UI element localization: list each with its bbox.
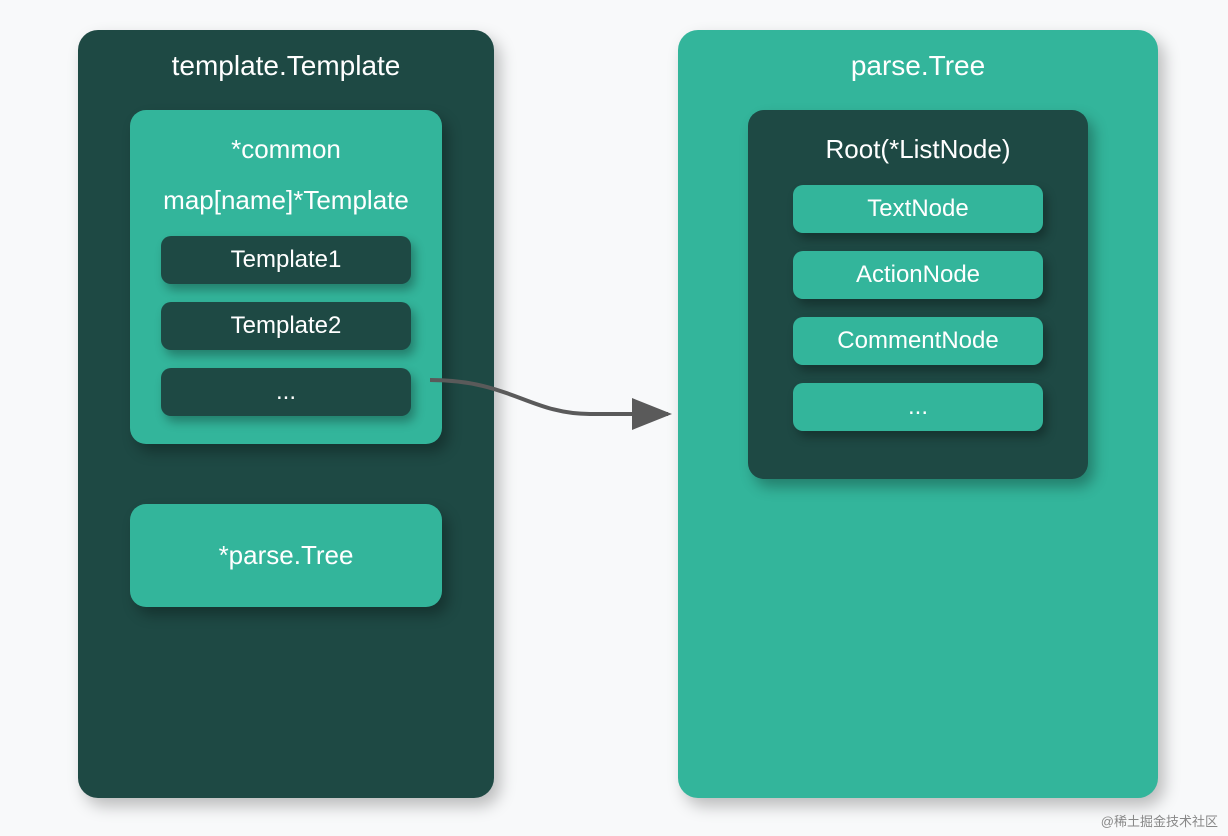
template-item: Template2 [161, 302, 411, 350]
common-title: *common [150, 134, 422, 165]
parsetree-box-title: parse.Tree [678, 50, 1158, 82]
diagram-canvas: template.Template *common map[name]*Temp… [0, 0, 1228, 836]
node-item: CommentNode [793, 317, 1043, 365]
template-box-title: template.Template [78, 50, 494, 82]
parsetree-box: parse.Tree Root(*ListNode) TextNode Acti… [678, 30, 1158, 798]
template-item: ... [161, 368, 411, 416]
watermark: @稀土掘金技术社区 [1101, 811, 1218, 830]
root-title: Root(*ListNode) [768, 134, 1068, 165]
parse-tree-box: *parse.Tree [130, 504, 442, 607]
common-subtitle: map[name]*Template [150, 185, 422, 216]
template-box: template.Template *common map[name]*Temp… [78, 30, 494, 798]
node-item: ActionNode [793, 251, 1043, 299]
template-item: Template1 [161, 236, 411, 284]
node-item: ... [793, 383, 1043, 431]
parse-tree-label: *parse.Tree [150, 540, 422, 571]
node-item: TextNode [793, 185, 1043, 233]
root-box: Root(*ListNode) TextNode ActionNode Comm… [748, 110, 1088, 479]
common-box: *common map[name]*Template Template1 Tem… [130, 110, 442, 444]
